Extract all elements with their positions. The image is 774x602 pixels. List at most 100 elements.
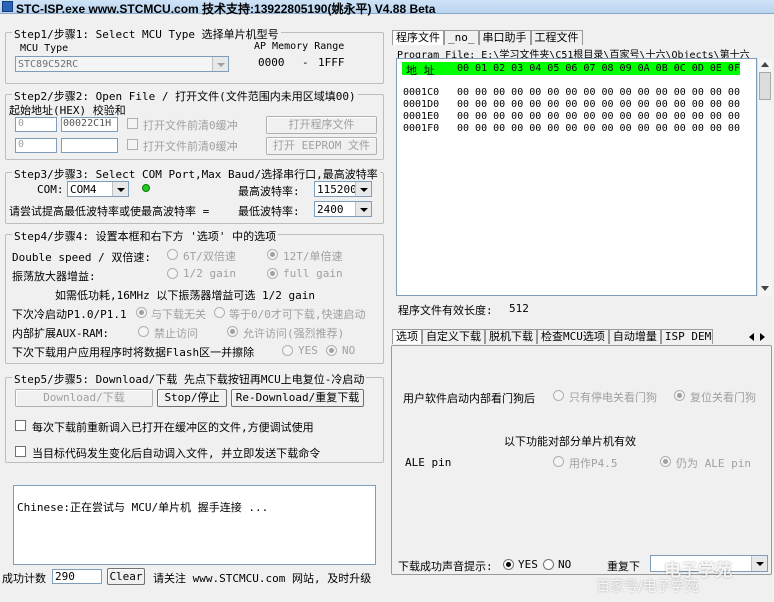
max-baud-select[interactable]: 115200 — [314, 181, 372, 197]
hex-row-addr: 0001D0 — [403, 99, 440, 110]
tab-program-file[interactable]: 程序文件 — [392, 30, 444, 45]
radio-6t[interactable] — [167, 249, 178, 260]
clear-buffer-label-2: 打开文件前清0缓冲 — [143, 140, 238, 153]
aux-ram-label: 内部扩展AUX-RAM: — [12, 327, 109, 340]
radio-allow[interactable] — [227, 326, 238, 337]
start-address-input-1[interactable]: 0 — [15, 117, 57, 132]
scroll-thumb[interactable] — [759, 72, 771, 100]
chevron-down-icon — [212, 57, 228, 71]
radio-allow-label: 允许访问(强烈推荐) — [243, 327, 345, 340]
radio-ale[interactable] — [660, 456, 671, 467]
bottom-tabbar: 选项 自定义下载 脱机下载 检查MCU选项 自动增量 ISP DEMO — [392, 329, 713, 344]
chevron-down-icon — [355, 202, 371, 216]
radio-reset-wdt[interactable] — [674, 390, 685, 401]
tab-offline-download[interactable]: 脱机下载 — [485, 329, 537, 344]
tab-serial-helper[interactable]: 串口助手 — [478, 30, 531, 45]
port-status-led-icon — [142, 184, 150, 192]
radio-power-off-wdt[interactable] — [553, 390, 564, 401]
radio-equal-zero[interactable] — [214, 307, 225, 318]
tab-no[interactable]: _no_ — [444, 30, 479, 45]
radio-full-gain[interactable] — [267, 268, 278, 279]
cold-start-label: 下次冷启动P1.0/P1.1 — [12, 308, 127, 321]
partial-mcu-note: 以下功能对部分单片机有效 — [504, 435, 636, 448]
ap-memory-label: AP Memory Range — [254, 41, 345, 52]
scroll-down-icon[interactable] — [761, 286, 769, 291]
success-count-value: 290 — [55, 570, 75, 583]
baud-hint: 请尝试提高最低波特率或使最高波特率 = — [9, 205, 210, 218]
open-program-file-button[interactable]: 打开程序文件 — [266, 116, 377, 134]
min-baud-value: 2400 — [317, 203, 344, 216]
hex-row-bytes: 00 00 00 00 00 00 00 00 00 00 00 00 00 0… — [457, 99, 740, 110]
radio-no-relation-label: 与下载无关 — [151, 308, 206, 321]
radio-forbid[interactable] — [138, 326, 149, 337]
radio-reset-wdt-label: 复位关看门狗 — [690, 391, 756, 404]
radio-full-gain-label: full gain — [283, 267, 343, 280]
com-label: COM: — [37, 183, 64, 196]
start-address-label: 起始地址(HEX) 校验和 — [9, 104, 126, 117]
tab-isp-demo[interactable]: ISP DEMO — [660, 329, 713, 344]
window-title: STC-ISP.exe www.STCMCU.com 技术支持:13922805… — [16, 2, 436, 16]
radio-12t[interactable] — [267, 249, 278, 260]
tab-scroll-left-icon[interactable] — [749, 333, 754, 341]
log-text: Chinese:正在尝试与 MCU/单片机 握手连接 ... — [17, 501, 269, 514]
success-count-label: 成功计数 — [2, 572, 46, 585]
radio-12t-label: 12T/单倍速 — [283, 250, 343, 263]
stop-button[interactable]: Stop/停止 — [157, 389, 227, 407]
radio-erase-yes[interactable] — [282, 345, 293, 356]
com-port-select[interactable]: COM4 — [67, 181, 129, 197]
reload-before-download-label: 每次下载前重新调入已打开在缓冲区的文件,方便调试使用 — [32, 421, 314, 434]
ap-start: 0000 — [258, 56, 285, 69]
clear-buffer-checkbox-1[interactable] — [127, 118, 138, 129]
tab-options[interactable]: 选项 — [392, 329, 422, 344]
ale-pin-label: ALE pin — [405, 456, 452, 469]
watchdog-label: 用户软件启动内部看门狗后 — [403, 392, 535, 405]
repeat-download-label: 重复下 — [607, 560, 640, 573]
min-baud-select[interactable]: 2400 — [314, 201, 372, 217]
scroll-up-icon[interactable] — [761, 62, 769, 67]
redownload-button[interactable]: Re-Download/重复下载 — [231, 389, 364, 407]
hex-view[interactable]: 地 址 00 01 02 03 04 05 06 07 08 09 0A 0B … — [396, 58, 757, 296]
tab-auto-increment[interactable]: 自动增量 — [608, 329, 661, 344]
radio-half-gain[interactable] — [167, 268, 178, 279]
tab-scroll-right-icon[interactable] — [760, 333, 765, 341]
hex-scrollbar[interactable] — [757, 58, 772, 296]
step1-legend: Step1/步骤1: Select MCU Type 选择单片机型号 — [12, 26, 281, 42]
log-output[interactable]: Chinese:正在尝试与 MCU/单片机 握手连接 ... — [13, 485, 376, 565]
checksum-field-1: 00022C1H — [61, 117, 118, 132]
start-address-value-2: 0 — [18, 139, 25, 150]
clear-buffer-checkbox-2[interactable] — [127, 139, 138, 150]
radio-erase-no[interactable] — [326, 345, 337, 356]
valid-length-label: 程序文件有效长度: — [398, 304, 493, 317]
hex-row-addr: 0001F0 — [403, 123, 440, 134]
tab-project-file[interactable]: 工程文件 — [530, 30, 583, 45]
tab-check-mcu-options[interactable]: 检查MCU选项 — [537, 329, 609, 344]
title-bar[interactable]: STC-ISP.exe www.STCMCU.com 技术支持:13922805… — [0, 0, 774, 16]
com-port-value: COM4 — [70, 183, 97, 196]
chevron-down-icon — [112, 182, 128, 196]
radio-erase-yes-label: YES — [298, 344, 318, 357]
hex-row-bytes: 00 00 00 00 00 00 00 00 00 00 00 00 00 0… — [457, 87, 740, 98]
ap-dash: - — [302, 56, 309, 69]
radio-sound-yes-label: YES — [518, 558, 538, 571]
app-icon — [2, 1, 13, 12]
hex-header-address: 地 址 — [406, 64, 435, 77]
radio-sound-no[interactable] — [543, 559, 554, 570]
radio-half-gain-label: 1/2 gain — [183, 267, 236, 280]
mcu-type-select[interactable]: STC89C52RC — [15, 56, 229, 72]
reload-before-download-checkbox[interactable] — [15, 420, 26, 431]
max-baud-value: 115200 — [317, 183, 357, 196]
open-eeprom-file-button[interactable]: 打开 EEPROM 文件 — [266, 137, 377, 155]
clear-button[interactable]: Clear — [107, 568, 145, 585]
radio-erase-no-label: NO — [342, 344, 356, 357]
auto-reload-checkbox[interactable] — [15, 446, 26, 457]
radio-no-relation[interactable] — [136, 307, 147, 318]
hex-row-bytes: 00 00 00 00 00 00 00 00 00 00 00 00 00 0… — [457, 123, 740, 134]
radio-equal-zero-label: 等于0/0才可下载,快速启动 — [229, 308, 366, 321]
step5-legend: Step5/步骤5: Download/下载 先点下载按钮再MCU上电复位-冷启… — [12, 371, 367, 387]
download-button[interactable]: Download/下载 — [15, 389, 153, 407]
radio-p45[interactable] — [553, 456, 564, 467]
tab-custom-download[interactable]: 自定义下载 — [422, 329, 485, 344]
start-address-input-2[interactable]: 0 — [15, 138, 57, 153]
radio-sound-yes[interactable] — [503, 559, 514, 570]
start-address-value-1: 0 — [18, 118, 25, 129]
